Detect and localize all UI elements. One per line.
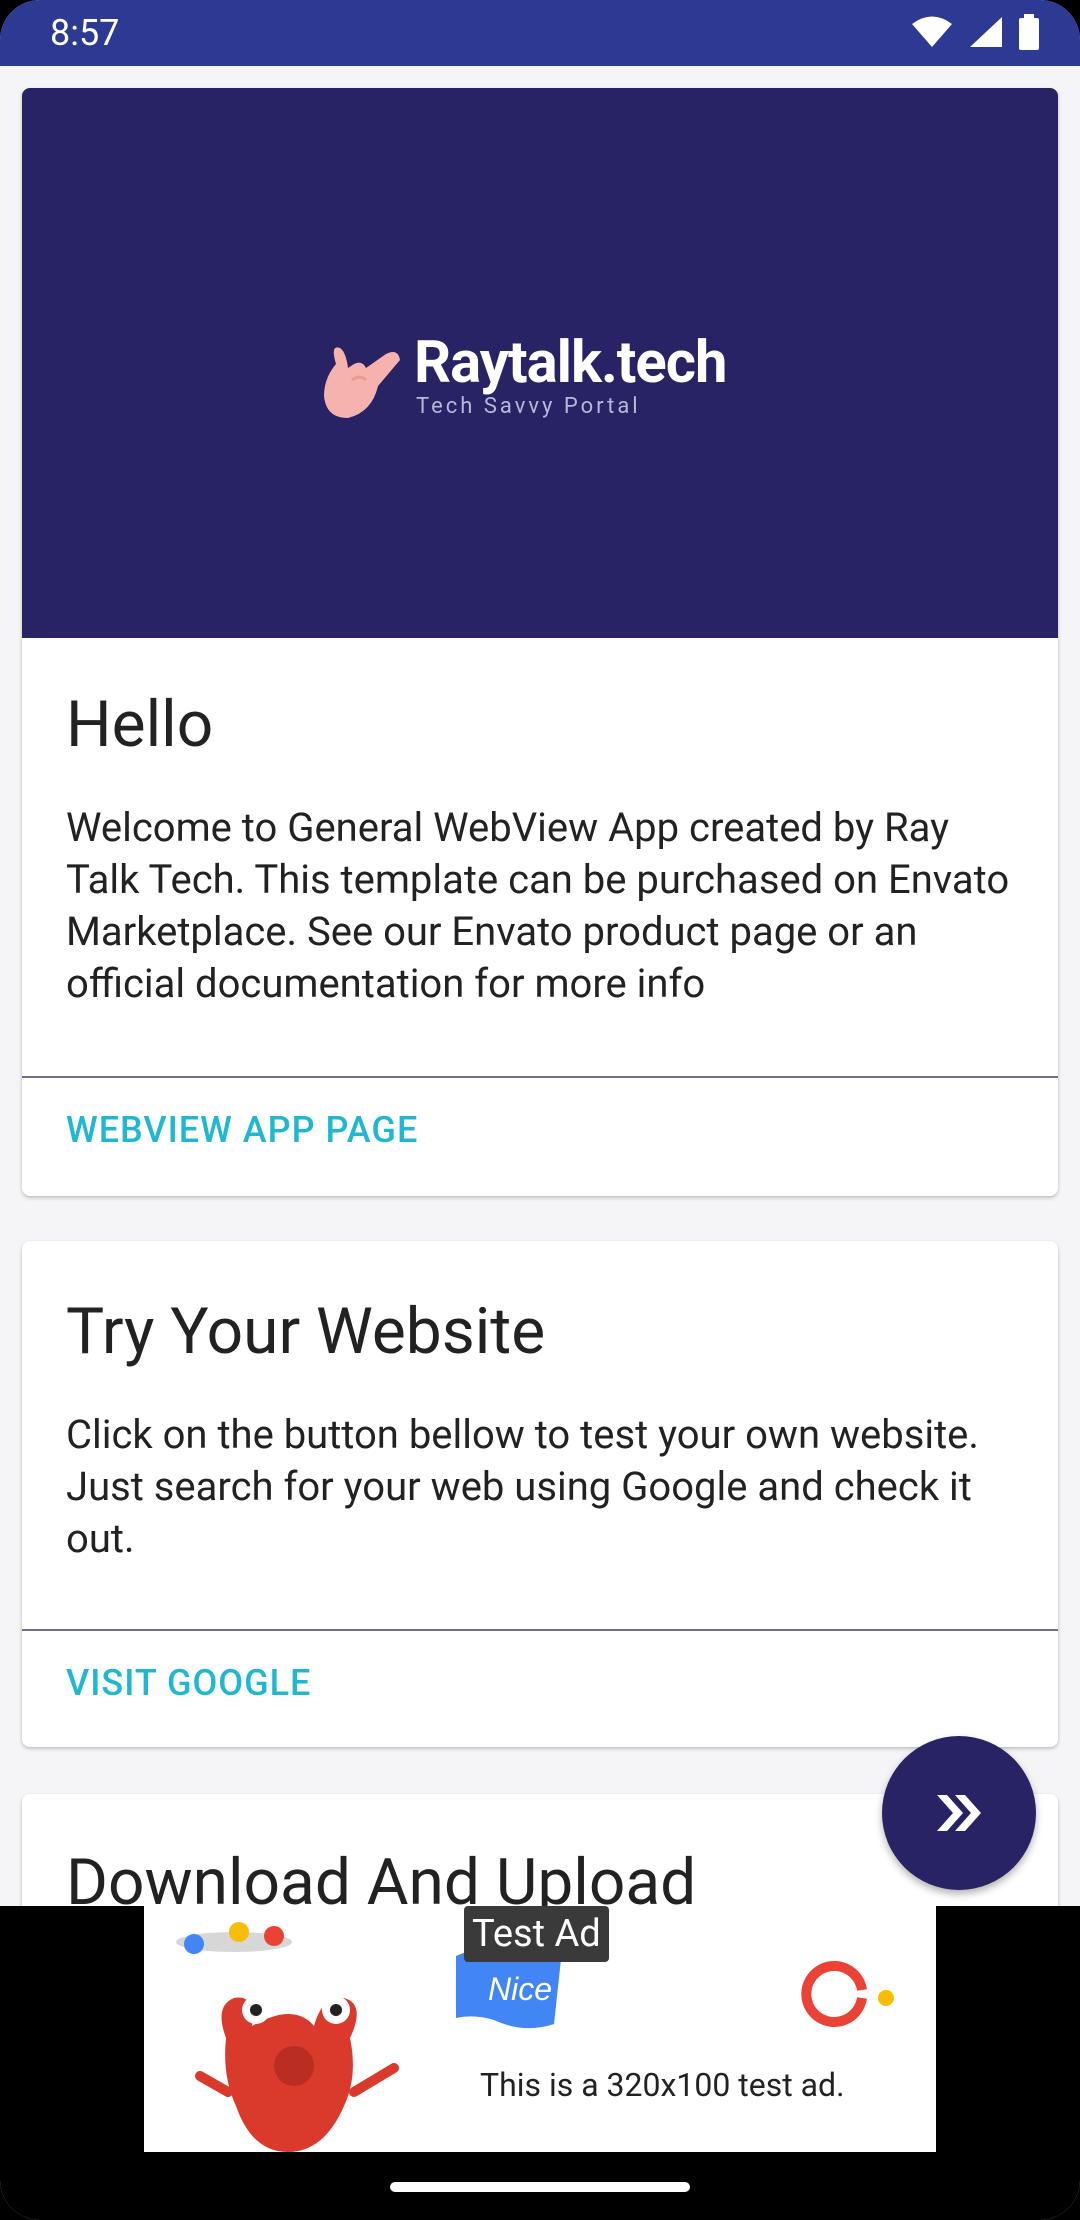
visit-google-button[interactable]: VISIT GOOGLE xyxy=(66,1661,311,1705)
card-body: Click on the button bellow to test your … xyxy=(66,1411,979,1562)
double-chevron-right-icon xyxy=(937,1795,981,1831)
test-ad[interactable]: Nice job! Test Ad This is a 320x100 test… xyxy=(144,1906,936,2152)
hand-logo-icon xyxy=(324,347,400,418)
home-indicator[interactable] xyxy=(390,2182,690,2192)
card-hello: Raytalk.tech Tech Savvy Portal Hello Wel… xyxy=(22,88,1058,1196)
logo-subtitle: Tech Savvy Portal xyxy=(416,394,641,419)
webview-app-page-button[interactable]: WEBVIEW APP PAGE xyxy=(66,1108,418,1152)
logo-title: Raytalk.tech xyxy=(414,329,727,397)
status-icons xyxy=(910,14,1040,50)
logo: Raytalk.tech Tech Savvy Portal xyxy=(316,329,727,424)
app-screen: 8:57 Raytalk.tech Tech Savvy Portal Hell… xyxy=(0,0,1080,2220)
card-title: Hello xyxy=(66,687,214,762)
card-divider xyxy=(22,1629,1058,1631)
ad-text: This is a 320x100 test ad. xyxy=(480,2066,845,2104)
test-ad-label: Test Ad xyxy=(464,1906,609,1962)
card-divider xyxy=(22,1076,1058,1078)
content-scroll[interactable]: Raytalk.tech Tech Savvy Portal Hello Wel… xyxy=(0,66,1080,1906)
status-bar: 8:57 xyxy=(0,0,1080,66)
banner-image: Raytalk.tech Tech Savvy Portal xyxy=(22,88,1058,638)
card-try-website: Try Your Website Click on the button bel… xyxy=(22,1241,1058,1747)
forward-fab-button[interactable] xyxy=(882,1736,1036,1890)
cell-signal-icon xyxy=(970,17,1002,47)
card-title: Try Your Website xyxy=(66,1294,546,1369)
status-time: 8:57 xyxy=(50,12,120,54)
card-body: Welcome to General WebView App created b… xyxy=(66,804,1010,1007)
logo-text: Raytalk.tech Tech Savvy Portal xyxy=(414,329,727,419)
ad-banner-area: Nice job! Test Ad This is a 320x100 test… xyxy=(0,1906,1080,2220)
card-title: Download And Upload xyxy=(66,1845,697,1907)
wifi-icon xyxy=(912,16,952,47)
ad-headline: Nice job! xyxy=(488,1971,613,2007)
battery-icon xyxy=(1019,14,1039,50)
